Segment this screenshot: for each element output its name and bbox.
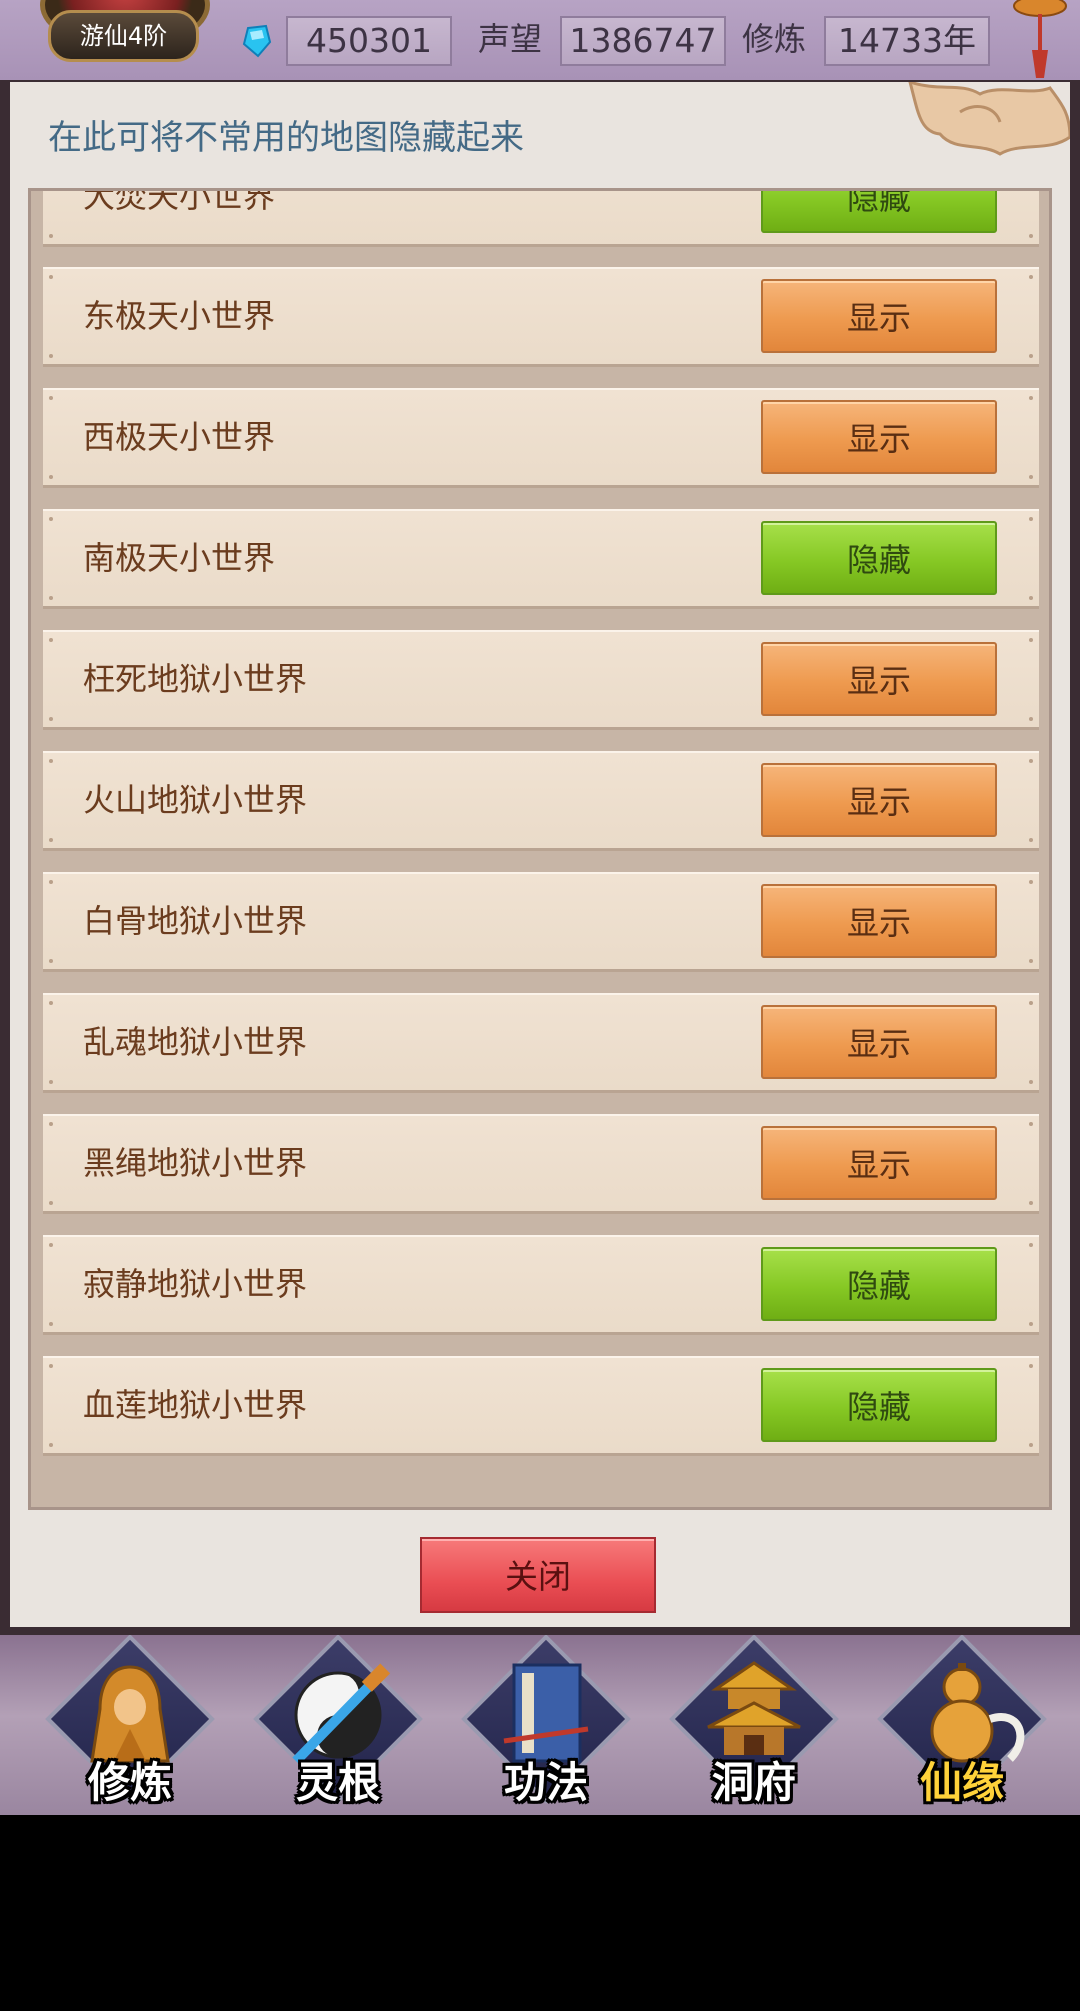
list-item: 黑绳地狱小世界 显示 [43, 1114, 1039, 1214]
list-item: 乱魂地狱小世界 显示 [43, 993, 1039, 1093]
hide-button[interactable]: 隐藏 [761, 521, 997, 595]
nav-spirit-root[interactable]: 灵根 [253, 1635, 423, 1809]
map-name: 寂静地狱小世界 [83, 1265, 308, 1303]
map-name: 东极天小世界 [83, 297, 276, 335]
hide-button[interactable]: 隐藏 [761, 1368, 997, 1442]
nav-label: 修炼 [87, 1758, 172, 1807]
gem-count: 450301 [286, 16, 452, 66]
map-name: 白骨地狱小世界 [83, 902, 308, 940]
list-item: 火山地狱小世界 显示 [43, 751, 1039, 851]
nav-label: 仙缘 [919, 1758, 1004, 1807]
rank-badge: 游仙4阶 [48, 10, 199, 62]
dialog-hint: 在此可将不常用的地图隐藏起来 [48, 118, 524, 158]
list-item: 枉死地狱小世界 显示 [43, 630, 1039, 730]
show-button[interactable]: 显示 [761, 763, 997, 837]
show-button[interactable]: 显示 [761, 1126, 997, 1200]
dialog-body: 在此可将不常用的地图隐藏起来 大焚天小世界 隐藏 东极天小世界 显示 西极天小世… [10, 82, 1070, 1627]
nav-label: 功法 [503, 1758, 588, 1807]
map-name: 黑绳地狱小世界 [83, 1144, 308, 1182]
hide-button[interactable]: 隐藏 [761, 191, 997, 233]
close-button[interactable]: 关闭 [420, 1537, 656, 1613]
nav-technique[interactable]: 功法 [461, 1635, 631, 1809]
list-item: 白骨地狱小世界 显示 [43, 872, 1039, 972]
nav-cave-dwelling[interactable]: 洞府 [669, 1635, 839, 1809]
show-button[interactable]: 显示 [761, 1005, 997, 1079]
map-name: 乱魂地狱小世界 [83, 1023, 308, 1061]
bottom-nav: 修炼 灵根 功法 洞府 仙缘 [0, 1635, 1080, 1815]
map-name: 枉死地狱小世界 [83, 660, 308, 698]
list-item: 寂静地狱小世界 隐藏 [43, 1235, 1039, 1335]
nav-label: 灵根 [295, 1758, 380, 1807]
reputation-label: 声望 [478, 20, 543, 58]
cultivation-label: 修炼 [742, 20, 807, 58]
list-item: 西极天小世界 显示 [43, 388, 1039, 488]
cloud-decoration-icon [908, 82, 1070, 156]
show-button[interactable]: 显示 [761, 279, 997, 353]
list-item: 血莲地狱小世界 隐藏 [43, 1356, 1039, 1456]
cultivation-value: 14733年 [824, 16, 990, 66]
show-button[interactable]: 显示 [761, 400, 997, 474]
nav-label: 洞府 [711, 1758, 796, 1807]
blue-gem-icon [242, 24, 272, 58]
map-name: 西极天小世界 [83, 418, 276, 456]
top-status-bar: 游仙4阶 450301 声望 1386747 修炼 14733年 [0, 0, 1080, 80]
list-item: 东极天小世界 显示 [43, 267, 1039, 367]
list-item: 南极天小世界 隐藏 [43, 509, 1039, 609]
lantern-icon [1013, 0, 1067, 78]
map-name: 南极天小世界 [83, 539, 276, 577]
reputation-value: 1386747 [560, 16, 726, 66]
map-name: 火山地狱小世界 [83, 781, 308, 819]
map-name: 大焚天小世界 [83, 188, 276, 215]
show-button[interactable]: 显示 [761, 642, 997, 716]
show-button[interactable]: 显示 [761, 884, 997, 958]
nav-cultivate[interactable]: 修炼 [45, 1635, 215, 1809]
list-item: 大焚天小世界 隐藏 [43, 188, 1039, 247]
nav-destiny[interactable]: 仙缘 [877, 1635, 1047, 1809]
map-list[interactable]: 大焚天小世界 隐藏 东极天小世界 显示 西极天小世界 显示 南极天小世界 隐藏 [28, 188, 1052, 1510]
hide-button[interactable]: 隐藏 [761, 1247, 997, 1321]
map-visibility-dialog: 在此可将不常用的地图隐藏起来 大焚天小世界 隐藏 东极天小世界 显示 西极天小世… [0, 80, 1080, 1635]
map-name: 血莲地狱小世界 [83, 1386, 308, 1424]
